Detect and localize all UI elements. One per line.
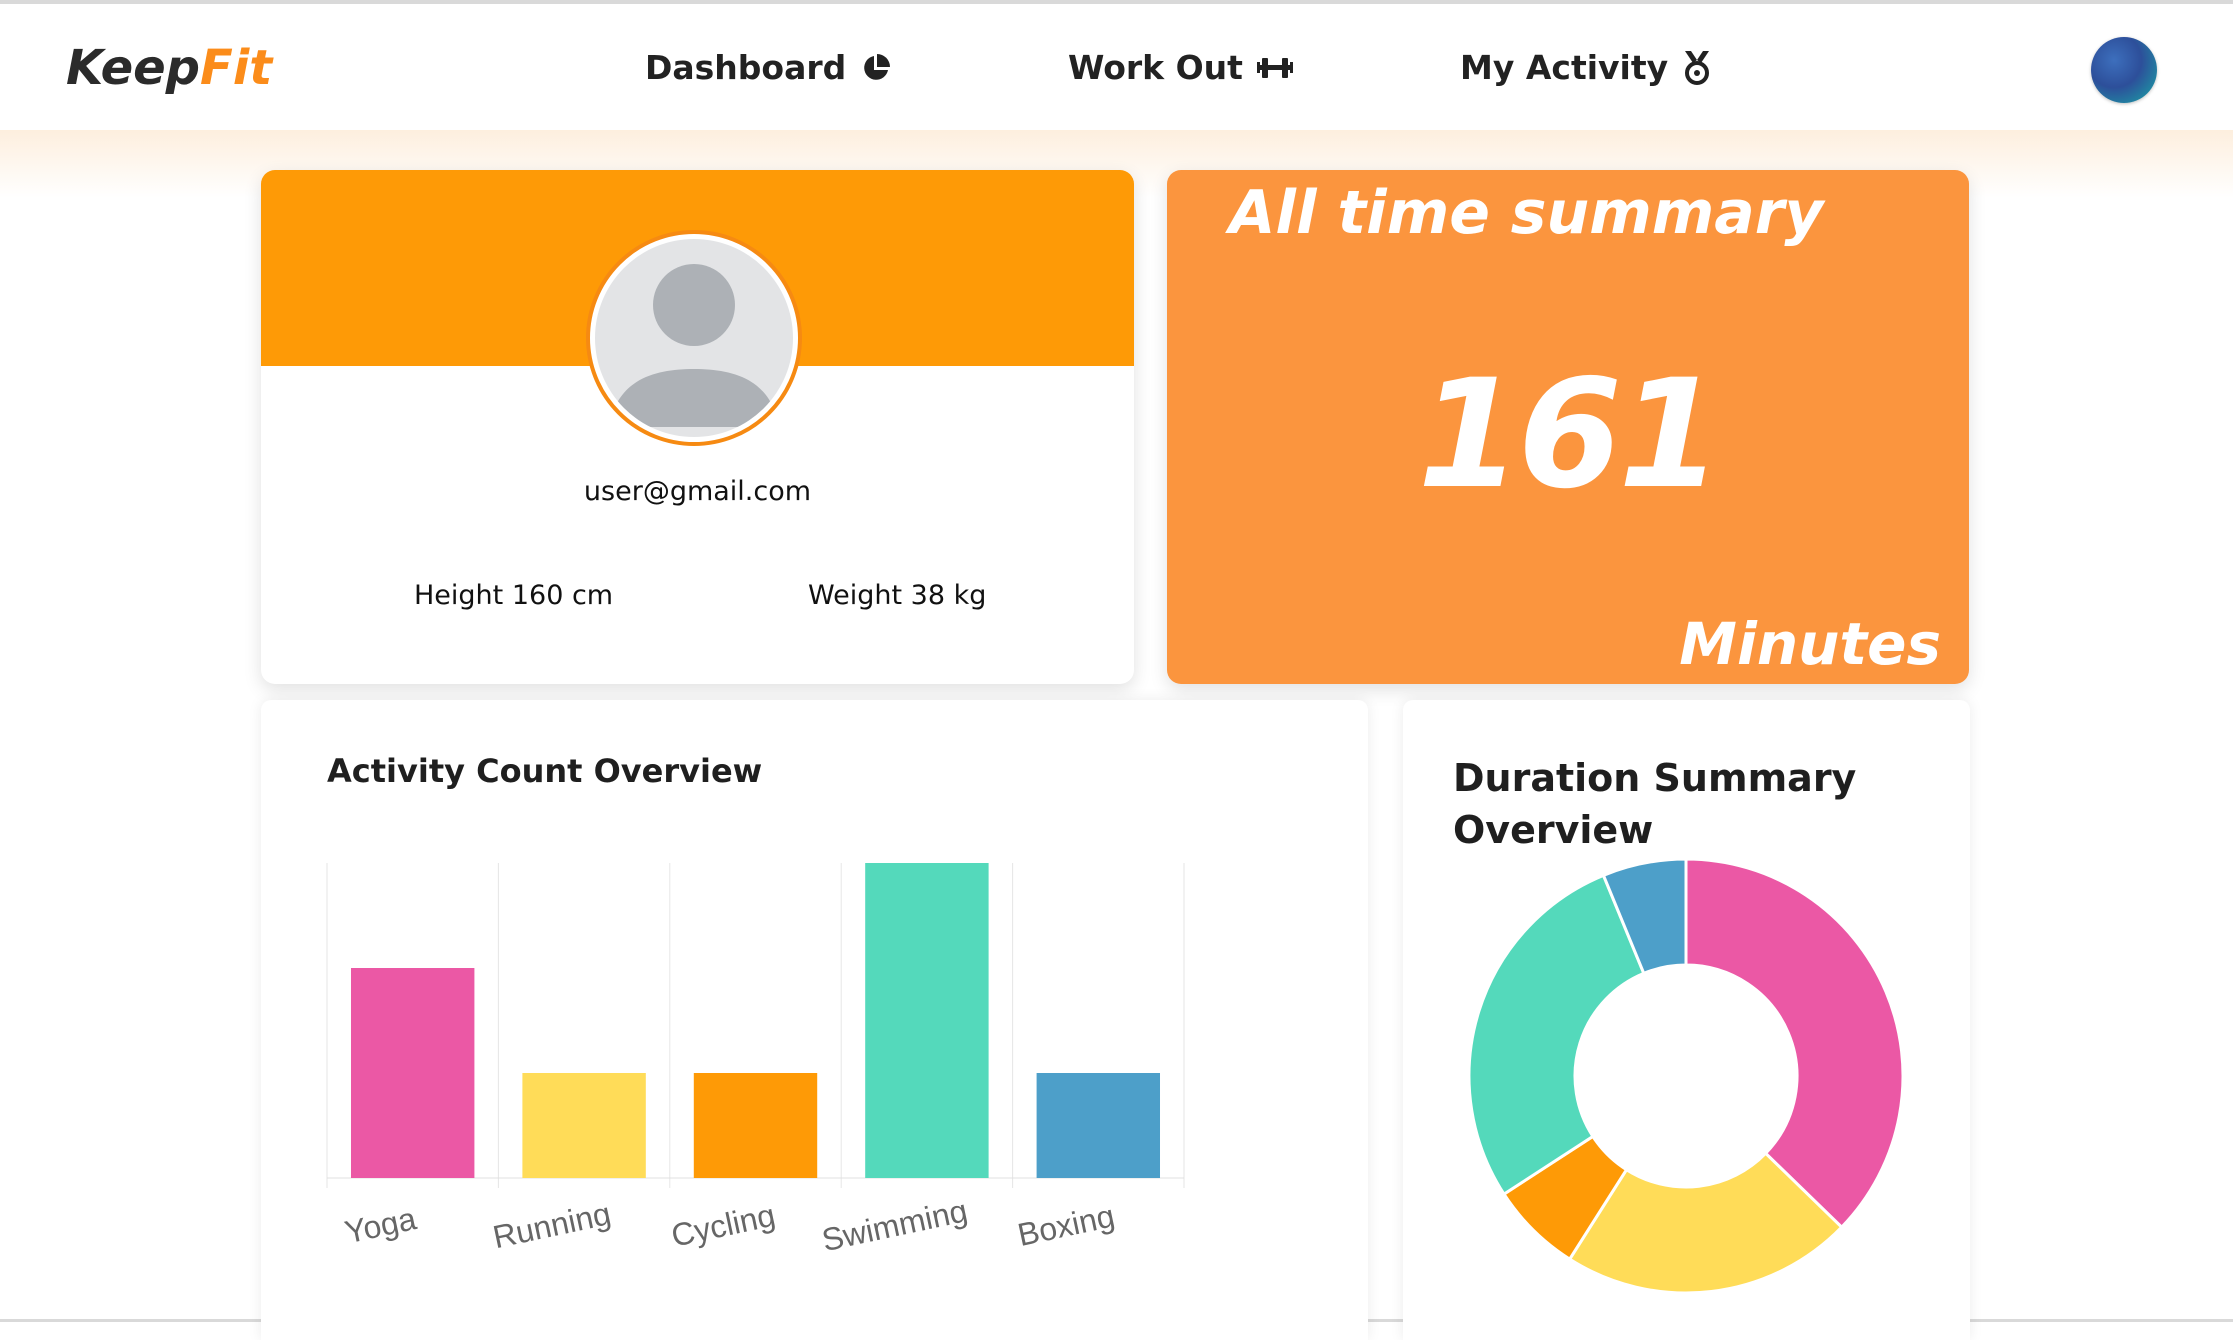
default-user-photo-icon	[595, 239, 793, 437]
activity-bar-chart: Yoga Running Cycling Swimming Boxing	[326, 863, 1185, 1258]
summary-unit: Minutes	[1679, 610, 1941, 678]
profile-weight: Weight 38 kg	[808, 580, 987, 611]
donut-slice	[1684, 857, 1905, 1230]
nav-my-activity-label: My Activity	[1460, 48, 1669, 87]
bar-swimming	[865, 863, 989, 1178]
summary-value: 161	[1417, 348, 1722, 522]
bar-yoga	[350, 968, 475, 1178]
duration-summary-panel: Duration Summary Overview	[1403, 700, 1970, 1340]
nav-my-activity[interactable]: My Activity	[1460, 48, 1712, 87]
profile-photo[interactable]	[586, 230, 802, 446]
profile-height: Height 160 cm	[414, 580, 614, 611]
bar-running	[522, 1073, 646, 1178]
bar-cycling	[693, 1073, 818, 1178]
nav-workout-label: Work Out	[1068, 48, 1243, 87]
x-tick-label: Running	[490, 1195, 614, 1255]
x-tick-label: Swimming	[819, 1192, 971, 1258]
activity-count-panel: Activity Count Overview Yoga Running Cycli…	[261, 700, 1368, 1340]
all-time-summary-card: All time summary 161 Minutes	[1167, 170, 1969, 684]
logo-text-keep: Keep	[66, 40, 201, 96]
profile-card: user@gmail.com Height 160 cm Weight 38 k…	[261, 170, 1134, 684]
x-tick-label: Yoga	[342, 1200, 420, 1250]
summary-title: All time summary	[1229, 178, 1824, 248]
donut-slice	[1467, 873, 1646, 1197]
duration-donut-chart	[1467, 857, 1905, 1295]
logo-text-fit: Fit	[200, 40, 273, 96]
pie-chart-icon	[864, 53, 891, 80]
user-avatar-icon[interactable]	[2091, 37, 2157, 103]
x-tick-label: Cycling	[668, 1197, 778, 1254]
user-silhouette-icon	[609, 264, 779, 427]
top-navbar: KeepFit Dashboard Work Out My Activity	[0, 4, 2233, 130]
profile-email: user@gmail.com	[583, 476, 812, 507]
x-tick-label: Boxing	[1014, 1197, 1117, 1253]
nav-workout[interactable]: Work Out	[1068, 48, 1293, 87]
nav-dashboard-label: Dashboard	[645, 48, 847, 87]
nav-dashboard[interactable]: Dashboard	[645, 48, 892, 87]
medal-icon	[1685, 50, 1710, 85]
keepfit-logo[interactable]: KeepFit	[66, 40, 272, 96]
bar-boxing	[1036, 1073, 1161, 1178]
dumbbell-icon	[1256, 57, 1293, 78]
